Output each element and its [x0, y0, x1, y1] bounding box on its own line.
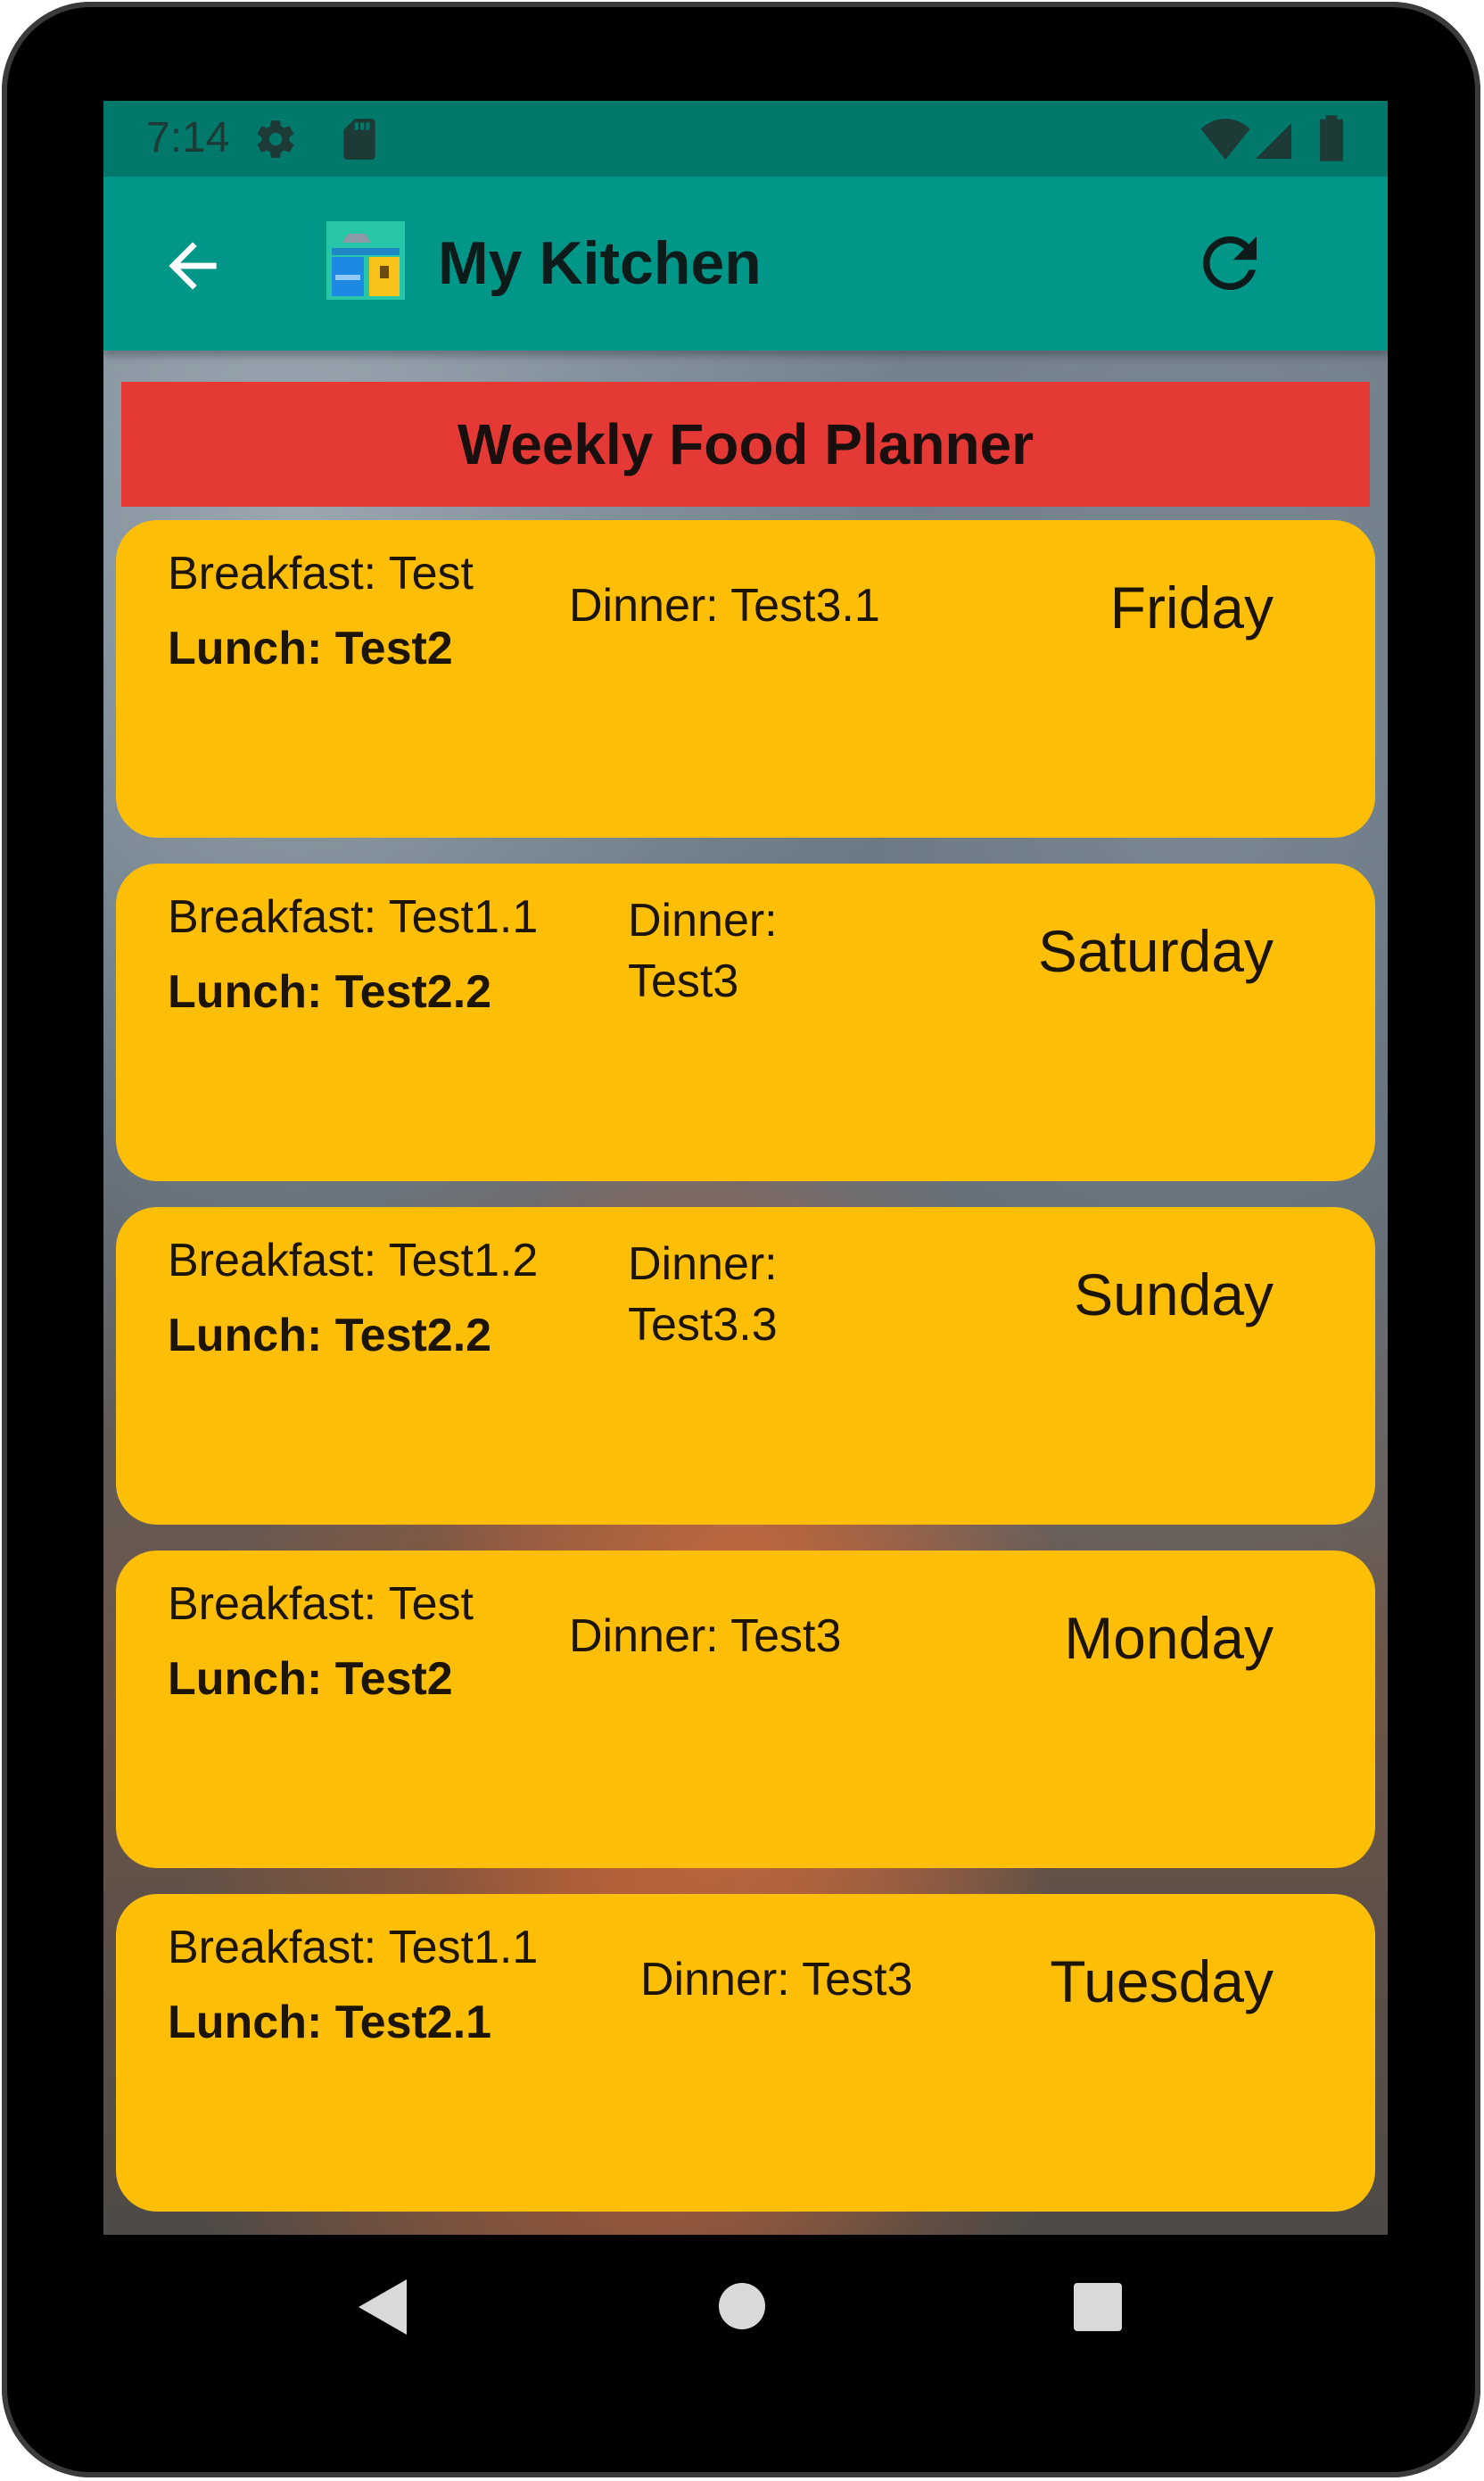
breakfast-label: Breakfast: Test — [168, 548, 474, 600]
system-nav-bar — [2, 2235, 1480, 2378]
status-time: 7:14 — [146, 114, 230, 161]
dinner-label: Dinner: Test3.1 — [569, 575, 880, 636]
settings-icon — [257, 120, 294, 158]
lunch-label: Lunch: Test2.2 — [168, 966, 492, 1018]
app-title: My Kitchen — [438, 229, 762, 297]
lunch-label: Lunch: Test2.1 — [168, 1997, 492, 2048]
breakfast-label: Breakfast: Test1.2 — [168, 1235, 539, 1286]
day-name: Friday — [1109, 575, 1274, 641]
dinner-label: Dinner: Test3.3 — [628, 1234, 778, 1355]
sd-card-icon — [343, 119, 375, 160]
day-name: Monday — [1064, 1605, 1274, 1671]
planner-banner: Weekly Food Planner — [121, 382, 1370, 507]
breakfast-label: Breakfast: Test — [168, 1578, 474, 1630]
day-name: Saturday — [1037, 918, 1274, 984]
status-bar: 7:14 — [103, 101, 1388, 177]
day-card-monday[interactable]: Breakfast: Test Lunch: Test2 Dinner: Tes… — [116, 1551, 1375, 1868]
day-card-sunday[interactable]: Breakfast: Test1.2 Lunch: Test2.2 Dinner… — [116, 1207, 1375, 1525]
home-circle-icon[interactable] — [719, 2283, 765, 2329]
dinner-line-1: Dinner: Test3 — [569, 1610, 842, 1662]
battery-icon — [1320, 115, 1343, 161]
dinner-line-2: Test3.3 — [628, 1299, 778, 1351]
dinner-label: Dinner: Test3 — [628, 890, 778, 1012]
dinner-line-1: Dinner: — [628, 895, 778, 947]
day-card-saturday[interactable]: Breakfast: Test1.1 Lunch: Test2.2 Dinner… — [116, 864, 1375, 1181]
day-name: Sunday — [1074, 1261, 1274, 1327]
lunch-label: Lunch: Test2 — [168, 623, 453, 674]
planner-title: Weekly Food Planner — [457, 412, 1035, 476]
dinner-line-1: Dinner: — [628, 1238, 778, 1290]
back-triangle-icon[interactable] — [359, 2279, 407, 2335]
back-arrow-icon[interactable] — [157, 230, 228, 302]
screen: 7:14 My Kitchen Weekly Food Planner Brea… — [103, 101, 1388, 2235]
dinner-line-1: Dinner: Test3.1 — [569, 580, 880, 632]
dinner-line-1: Dinner: Test3 — [640, 1954, 913, 2005]
day-name: Tuesday — [1050, 1948, 1274, 2014]
app-bar: My Kitchen — [103, 177, 1388, 351]
breakfast-label: Breakfast: Test1.1 — [168, 1922, 539, 1973]
signal-icon — [1256, 123, 1291, 159]
wifi-icon — [1200, 119, 1250, 160]
refresh-icon[interactable] — [1190, 223, 1270, 303]
dinner-label: Dinner: Test3 — [569, 1606, 841, 1666]
day-card-tuesday[interactable]: Breakfast: Test1.1 Lunch: Test2.1 Dinner… — [116, 1894, 1375, 2212]
day-card-friday[interactable]: Breakfast: Test Lunch: Test2 Dinner: Tes… — [116, 520, 1375, 838]
lunch-label: Lunch: Test2.2 — [168, 1310, 492, 1361]
lunch-label: Lunch: Test2 — [168, 1653, 453, 1705]
recents-square-icon[interactable] — [1074, 2283, 1122, 2331]
device-frame: 7:14 My Kitchen Weekly Food Planner Brea… — [2, 2, 1480, 2477]
dinner-label: Dinner: Test3 — [640, 1949, 912, 2010]
breakfast-label: Breakfast: Test1.1 — [168, 891, 539, 943]
dinner-line-2: Test3 — [628, 955, 739, 1007]
kitchen-logo-icon — [326, 221, 405, 300]
